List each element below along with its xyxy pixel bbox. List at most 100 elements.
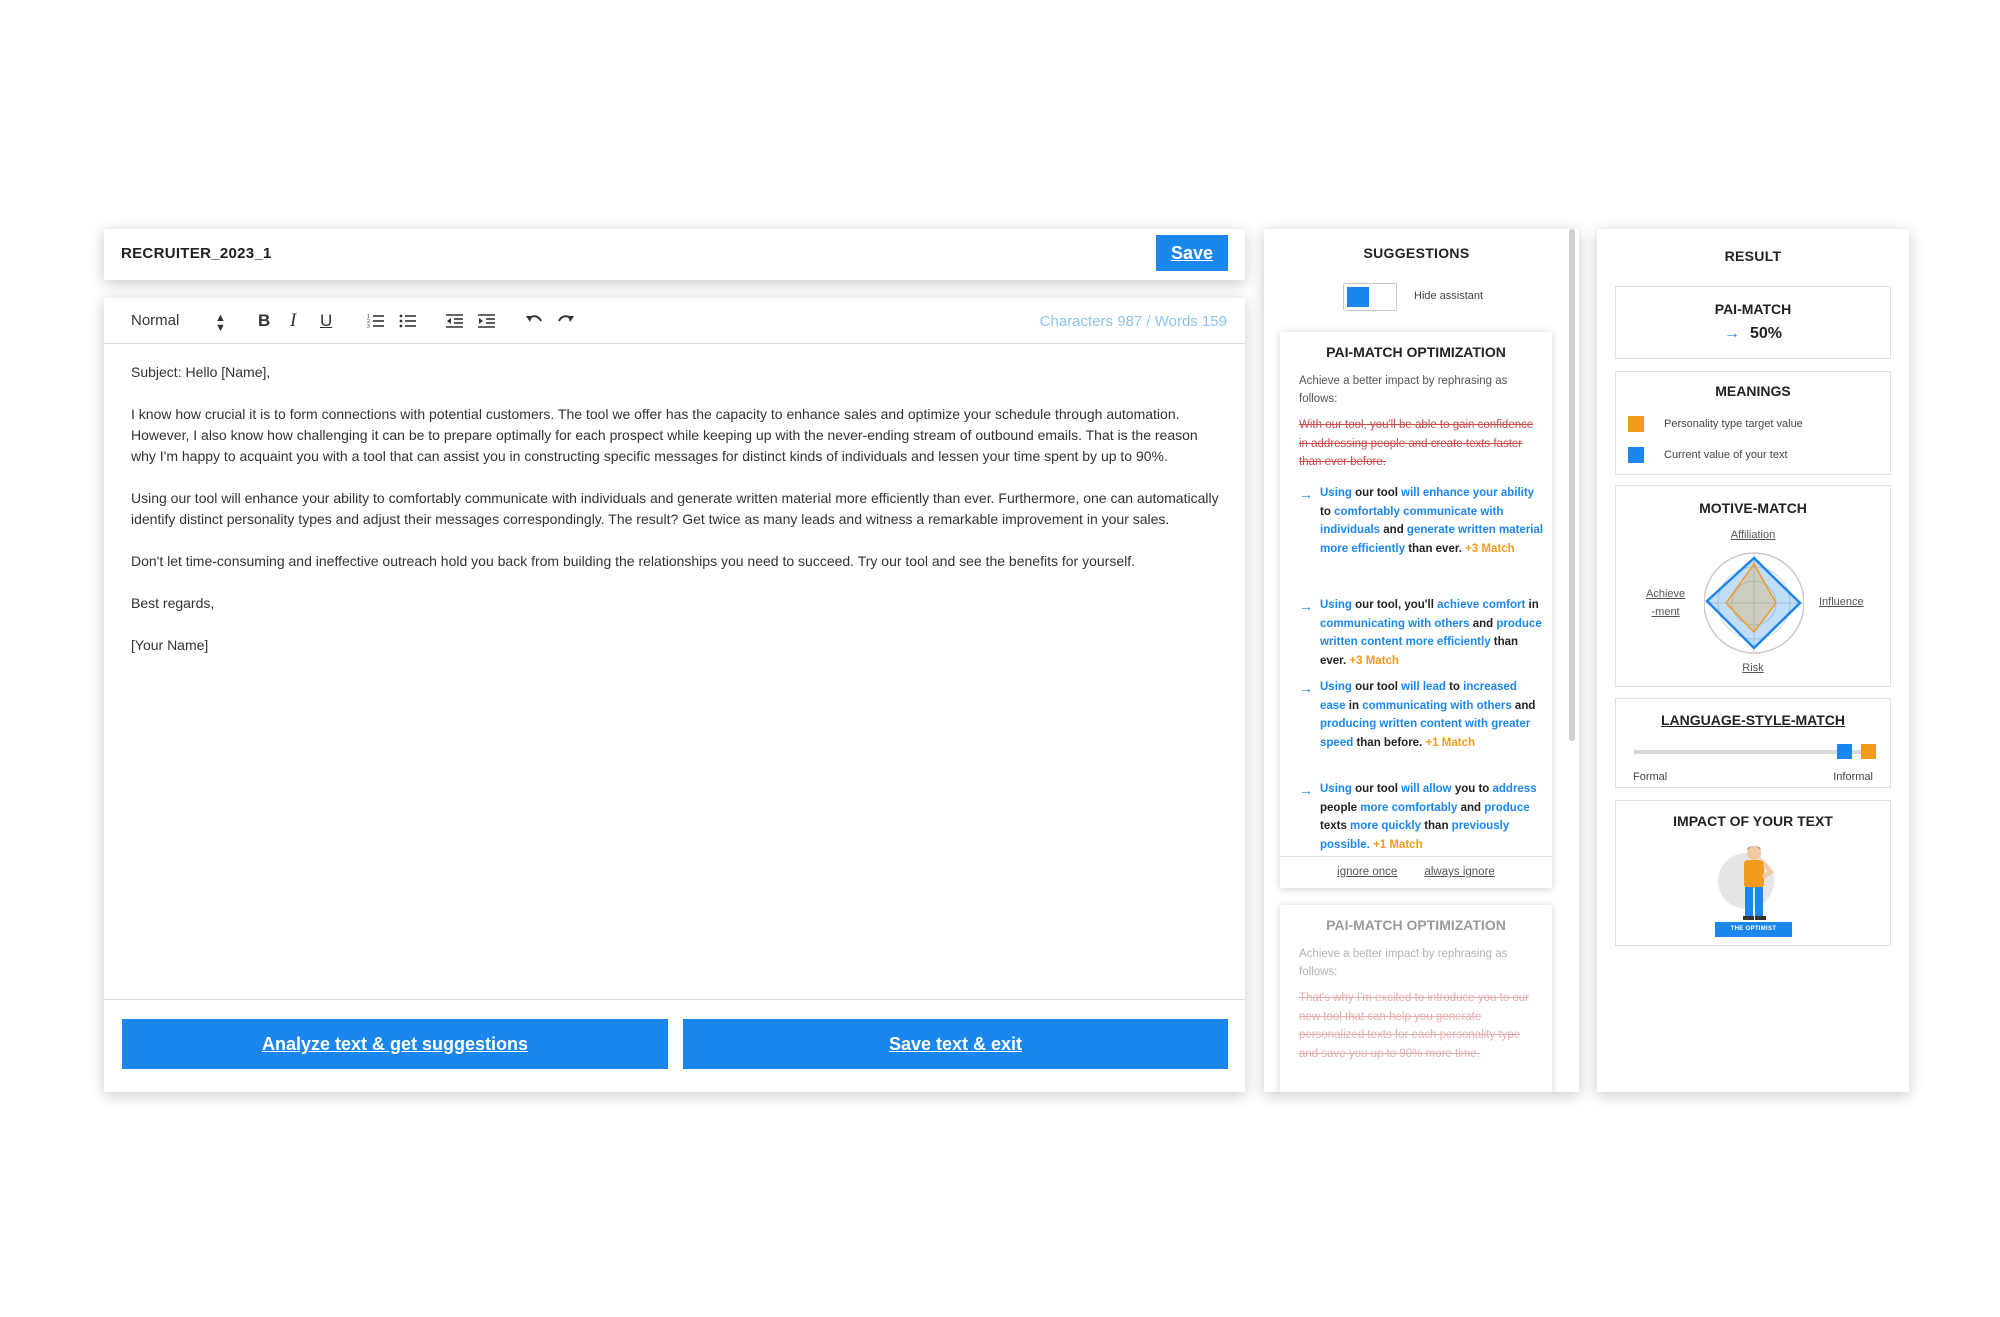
editor-text-area[interactable]: Subject: Hello [Name], I know how crucia… [131, 362, 1221, 677]
suggestion-segment: will allow [1401, 783, 1452, 795]
save-exit-button[interactable]: Save text & exit [683, 1019, 1228, 1069]
motive-match-label: MOTIVE-MATCH [1699, 500, 1807, 516]
format-select[interactable]: Normal [131, 311, 179, 331]
suggestion-segment: our tool [1351, 487, 1402, 499]
meanings-box: MEANINGS Personality type target value C… [1615, 371, 1891, 475]
suggestion-segment: Using [1320, 487, 1352, 499]
suggestion-segment: to [1320, 505, 1335, 518]
suggestion-option[interactable]: → Using our tool will lead to increased e… [1299, 678, 1544, 752]
ordered-list-icon[interactable]: 123 [367, 313, 385, 333]
legend-target: Personality type target value [1628, 416, 1803, 432]
match-score: +3 Match [1349, 654, 1399, 667]
suggestion-option[interactable]: → Using our tool, you'll achieve comfort … [1299, 596, 1544, 670]
arrow-right-icon: → [1299, 680, 1313, 696]
arrow-right-icon: → [1299, 598, 1313, 614]
suggestion-segment: will lead [1401, 681, 1446, 693]
suggestion-card-title: PAI-MATCH OPTIMIZATION [1326, 917, 1506, 933]
arrow-right-icon: → [1723, 325, 1740, 342]
legend-current: Current value of your text [1628, 447, 1788, 463]
italic-button[interactable]: I [290, 311, 296, 331]
suggestion-card-footer: ignore once always ignore [1280, 856, 1552, 888]
text-editor: Normal ▲ ▼ B I U 123 Characters 987 / Wor… [104, 298, 1245, 1092]
suggestion-text: Using our tool will enhance your ability… [1320, 484, 1544, 558]
outdent-icon[interactable] [446, 313, 464, 333]
axis-achievement-text: Achieve -ment [1646, 588, 1686, 618]
editor-paragraph: I know how crucial it is to form connect… [131, 406, 1198, 464]
indent-icon[interactable] [478, 313, 496, 333]
language-style-label[interactable]: LANGUAGE-STYLE-MATCH [1616, 712, 1890, 728]
arrow-right-icon: → [1299, 782, 1313, 798]
suggestion-segment: texts [1320, 820, 1351, 832]
axis-achievement[interactable]: Achieve -ment [1646, 585, 1685, 621]
ignore-once-link[interactable]: ignore once [1337, 866, 1397, 878]
motive-match-box: MOTIVE-MATCH Affiliation Achieve -ment In… [1615, 485, 1891, 687]
suggestion-segment: and [1457, 801, 1485, 814]
suggestion-segment: in [1525, 599, 1539, 611]
suggestion-text: Using our tool will allow you to address… [1320, 780, 1544, 854]
suggestion-segment: in [1345, 699, 1363, 712]
suggestions-title: SUGGESTIONS [1363, 245, 1470, 261]
suggestion-segment: and [1469, 617, 1497, 630]
analyze-button[interactable]: Analyze text & get suggestions [122, 1019, 668, 1069]
suggestion-option[interactable]: → Using our tool will allow you to addres… [1299, 780, 1544, 854]
legend-current-label: Current value of your text [1664, 448, 1788, 461]
suggestion-segment: Using [1320, 599, 1352, 611]
target-value-marker [1861, 744, 1876, 759]
editor-paragraph: Best regards, [131, 595, 215, 611]
suggestion-segment: achieve comfort [1437, 599, 1526, 611]
suggestion-segment: people [1320, 801, 1361, 814]
suggestion-segment: Using [1320, 681, 1352, 693]
redo-icon[interactable] [557, 313, 575, 333]
suggestion-segment: our tool [1351, 681, 1402, 693]
suggestion-card-title: PAI-MATCH OPTIMIZATION [1326, 344, 1506, 360]
suggestion-segment: Using [1320, 783, 1352, 795]
hide-assistant-label: Hide assistant [1414, 290, 1484, 302]
axis-risk[interactable]: Risk [1616, 662, 1890, 674]
suggestions-scrollbar[interactable] [1569, 229, 1575, 741]
underline-button[interactable]: U [320, 311, 332, 331]
match-score: +1 Match [1425, 736, 1475, 749]
original-sentence: That's why I'm excited to introduce you … [1299, 992, 1530, 1060]
suggestion-option[interactable]: → Using our tool will enhance your abilit… [1299, 484, 1544, 558]
suggestion-segment: our tool, you'll [1351, 599, 1438, 611]
pai-match-value: → 50% [1616, 325, 1890, 343]
suggestion-card: PAI-MATCH OPTIMIZATION Achieve a better … [1280, 332, 1552, 888]
match-score: +1 Match [1373, 838, 1423, 851]
persona-tag: THE OPTIMIST [1715, 922, 1792, 937]
suggestion-segment: our tool [1351, 783, 1402, 795]
document-title: RECRUITER_2023_1 [121, 245, 272, 262]
select-arrows-icon[interactable]: ▲ ▼ [215, 313, 226, 334]
editor-toolbar: Normal ▲ ▼ B I U 123 Characters 987 / Wor… [104, 298, 1245, 344]
character-word-counter: Characters 987 / Words 159 [1039, 313, 1227, 330]
motive-radar-chart [1704, 552, 1804, 654]
optimist-illustration [1718, 846, 1775, 920]
impact-label: IMPACT OF YOUR TEXT [1673, 813, 1833, 829]
suggestion-segment: and [1511, 699, 1536, 712]
result-title: RESULT [1724, 248, 1782, 264]
current-value-marker [1837, 744, 1852, 759]
suggestion-segment: communicating with others [1362, 699, 1512, 712]
editor-footer: Analyze text & get suggestions Save text… [104, 999, 1245, 1092]
undo-icon[interactable] [525, 313, 543, 333]
editor-paragraph: [Your Name] [131, 637, 209, 653]
always-ignore-link[interactable]: always ignore [1424, 866, 1494, 878]
axis-affiliation[interactable]: Affiliation [1616, 529, 1890, 541]
save-button[interactable]: Save [1156, 235, 1228, 271]
suggestion-segment: and [1380, 524, 1407, 536]
axis-influence[interactable]: Influence [1819, 596, 1864, 608]
suggestion-card[interactable]: PAI-MATCH OPTIMIZATION Achieve a better … [1280, 905, 1552, 1092]
suggestion-segment: you to [1451, 783, 1493, 795]
arrow-right-icon: → [1299, 486, 1313, 502]
bullet-list-icon[interactable] [399, 313, 417, 333]
bold-button[interactable]: B [258, 311, 270, 331]
informal-label: Informal [1833, 771, 1873, 783]
pai-match-percent: 50% [1749, 325, 1783, 342]
suggestion-segment: produce [1484, 801, 1530, 814]
pai-match-label: PAI-MATCH [1714, 301, 1792, 317]
pai-match-box: PAI-MATCH → 50% [1615, 286, 1891, 359]
suggestion-text: Using our tool, you'll achieve comfort i… [1320, 596, 1544, 670]
suggestion-segment: more comfortably [1360, 801, 1458, 814]
hide-assistant-toggle[interactable] [1343, 283, 1397, 311]
legend-swatch-orange [1628, 416, 1644, 432]
suggestion-segment: than [1421, 820, 1452, 832]
